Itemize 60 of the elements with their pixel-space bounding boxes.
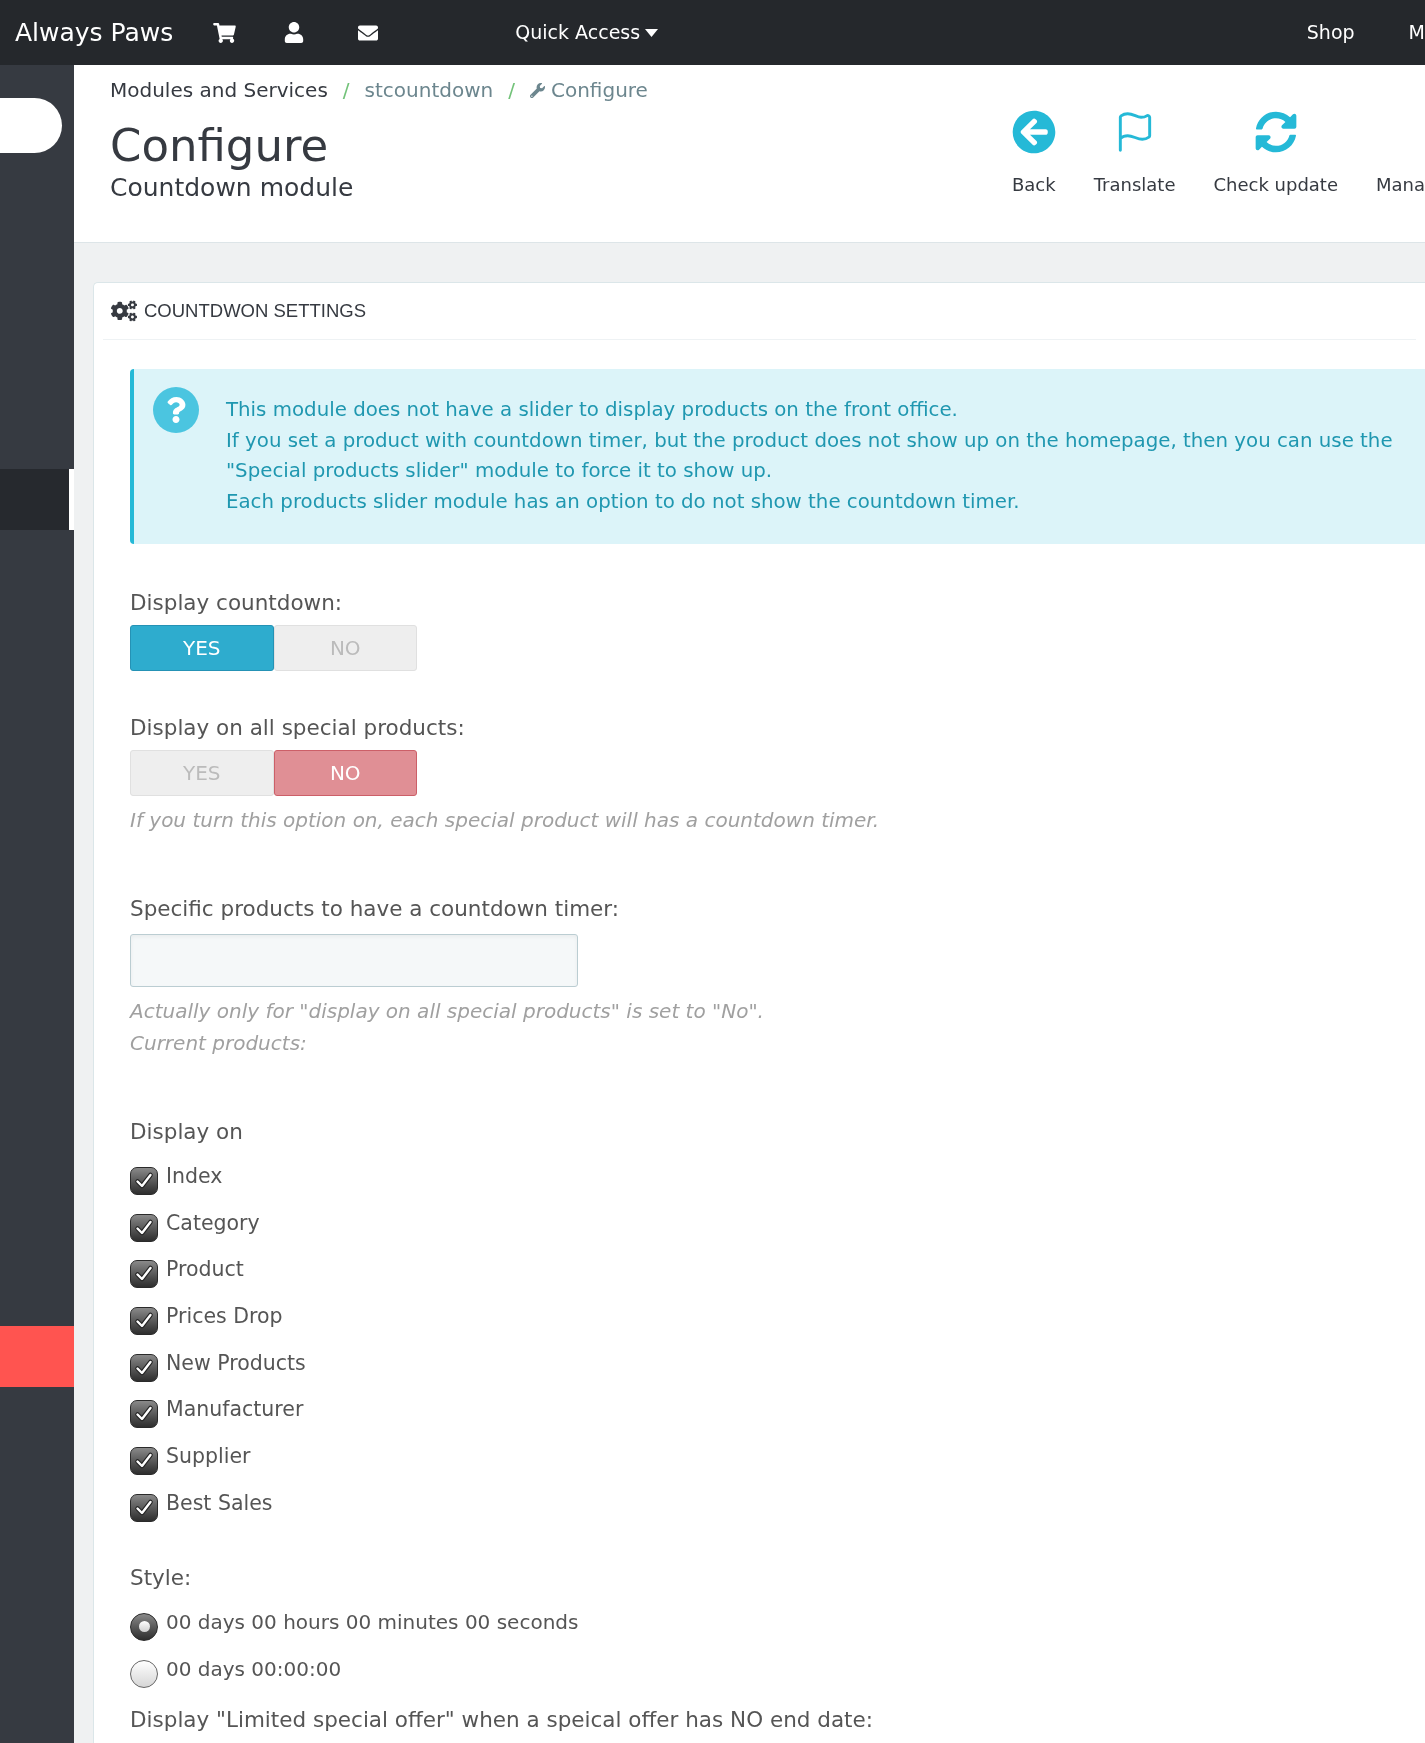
toolbar-button[interactable]: Translate	[1093, 110, 1176, 196]
checkbox-label: Product	[166, 1256, 244, 1284]
user-icon[interactable]	[284, 22, 305, 43]
breadcrumb-link[interactable]: Modules and Services	[110, 78, 328, 102]
wrench-icon	[530, 82, 545, 98]
checkbox[interactable]	[130, 1260, 158, 1289]
info-text: If you set a product with countdown timer, but the product does not show up on the homepage, then you can use the	[226, 427, 1393, 454]
checkbox-label: Manufacturer	[166, 1396, 304, 1424]
info-text: This module does not have a slider to display products on the front office.	[226, 397, 958, 423]
back-arrow-icon	[1011, 110, 1056, 154]
checkbox-label: Supplier	[166, 1442, 251, 1470]
toolbar-button[interactable]: Back	[1011, 110, 1056, 196]
info-text: Each products slider module has an option to do not show the countdown timer.	[226, 489, 1020, 516]
panel-title: COUNTDWON SETTINGS	[144, 299, 366, 324]
checkbox[interactable]	[130, 1446, 158, 1475]
checkbox-label: New Products	[166, 1349, 306, 1377]
radio-button[interactable]	[130, 1659, 158, 1688]
caret-icon	[645, 28, 659, 37]
checkbox[interactable]	[130, 1353, 158, 1382]
checkbox[interactable]	[130, 1213, 158, 1242]
field-label: Style:	[130, 1563, 192, 1592]
page-title: Configure	[110, 120, 329, 172]
page-subtitle: Countdown module	[110, 173, 354, 203]
cart-icon[interactable]	[213, 22, 237, 43]
checkbox-label: Index	[166, 1162, 223, 1190]
checkbox[interactable]	[130, 1306, 158, 1335]
checkbox-label: Best Sales	[166, 1489, 273, 1517]
checkbox-label: Prices Drop	[166, 1302, 283, 1330]
nav-link[interactable]: Shop	[1306, 18, 1355, 47]
checkbox-label: Category	[166, 1209, 260, 1237]
radio-label: 00 days 00 hours 00 minutes 00 seconds	[166, 1608, 579, 1636]
help-text: Current products:	[130, 1029, 307, 1057]
breadcrumb-current: Configure	[551, 78, 648, 102]
products-input-field[interactable]	[130, 933, 578, 987]
checkbox[interactable]	[130, 1493, 158, 1522]
checkbox[interactable]	[130, 1166, 158, 1195]
field-label: Display countdown:	[130, 588, 342, 617]
brand-name[interactable]: Always Paws	[15, 13, 174, 52]
sidebar-item[interactable]	[0, 469, 74, 530]
breadcrumb-separator: /	[342, 78, 350, 102]
checkbox[interactable]	[130, 1400, 158, 1429]
help-text: If you turn this option on, each special product will has a countdown timer.	[130, 806, 880, 834]
quick-access-dropdown[interactable]: Quick Access	[515, 18, 659, 47]
nav-link[interactable]: M	[1408, 18, 1425, 47]
breadcrumb-separator: /	[508, 78, 515, 102]
gears-icon	[111, 299, 137, 323]
help-icon	[153, 387, 199, 433]
info-text: "Special products slider" module to force it to show up.	[226, 458, 773, 485]
field-label: Display on	[130, 1117, 243, 1146]
field-label: Specific products to have a countdown timer:	[130, 894, 620, 923]
refresh-icon	[1254, 111, 1297, 153]
radio-label: 00 days 00:00:00	[166, 1655, 342, 1683]
breadcrumb-link[interactable]: stcountdown	[364, 78, 494, 102]
field-label: Display on all special products:	[130, 713, 465, 742]
toolbar-button[interactable]: Mana	[1376, 110, 1425, 196]
sidebar-toggle[interactable]	[0, 98, 62, 153]
field-label: Display "Limited special offer" when a speical offer has NO end date:	[130, 1705, 873, 1734]
help-text: Actually only for "display on all special products" is set to "No".	[130, 997, 764, 1025]
radio-button[interactable]	[130, 1612, 158, 1641]
toolbar-button[interactable]: Check update	[1213, 110, 1338, 196]
